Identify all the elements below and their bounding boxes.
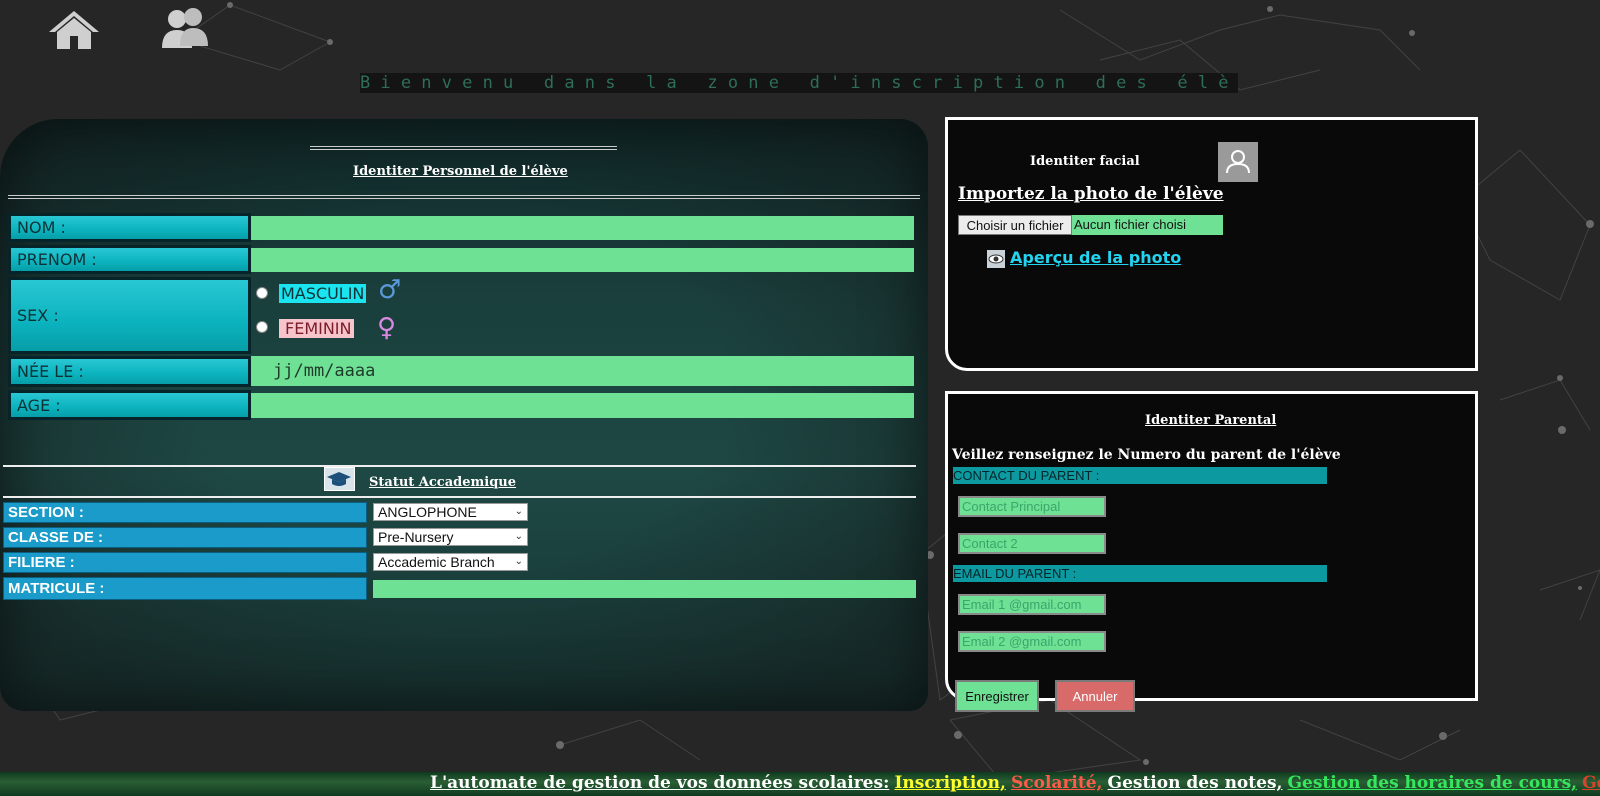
personal-divider (8, 195, 920, 199)
classe-select-value: Pre-Nursery (378, 529, 454, 545)
academic-status-title: Statut Accademique (369, 475, 517, 490)
ticker-horaires: Gestion des horaires de cours, (1287, 773, 1578, 793)
chevron-down-icon: ⌄ (514, 556, 523, 567)
section-label: SECTION : (3, 502, 367, 523)
matricule-input[interactable] (373, 580, 916, 598)
ticker-gestion: Gestion (1582, 773, 1600, 793)
filiere-select[interactable]: Accademic Branch ⌄ (373, 553, 528, 571)
import-photo-title: Importez la photo de l'élève (958, 184, 1224, 204)
facial-identity-title: Identiter facial (1030, 154, 1140, 169)
prenom-input[interactable] (251, 248, 914, 272)
birthdate-input[interactable]: jj/mm/aaaa (251, 356, 914, 386)
parent-instruction: Veillez renseignez le Numero du parent d… (952, 447, 1341, 463)
home-icon (49, 11, 99, 49)
nom-label: NOM : (8, 213, 251, 242)
parental-identity-panel: Identiter Parental Veillez renseignez le… (945, 391, 1478, 701)
welcome-banner: Bienvenu dans la zone d'inscription des … (360, 73, 1238, 93)
ticker-intro: L'automate de gestion de vos données sco… (430, 773, 890, 793)
classe-label: CLASSE DE : (3, 527, 367, 548)
masculin-label: MASCULIN (279, 284, 367, 303)
section-select-value: ANGLOPHONE (378, 504, 477, 520)
no-file-label: Aucun fichier choisi (1072, 215, 1223, 235)
personal-identity-title: Identiter Personnel de l'élève (353, 164, 568, 179)
feminin-label: FEMININ (279, 319, 354, 338)
graduation-icon (324, 467, 355, 491)
male-symbol-icon: ♂ (378, 275, 402, 305)
age-label: AGE : (8, 390, 251, 420)
filiere-select-value: Accademic Branch (378, 554, 495, 570)
contact-2-input[interactable]: Contact 2 (958, 533, 1106, 554)
facial-identity-panel: Identiter facial Importez la photo de l'… (945, 117, 1478, 371)
ticker-inscription: Inscription, (894, 773, 1006, 793)
avatar (1218, 142, 1258, 182)
feminin-radio[interactable] (256, 321, 268, 333)
ticker-notes: Gestion des notes, (1107, 773, 1283, 793)
photo-preview-link[interactable]: Aperçu de la photo (1010, 248, 1181, 267)
email-2-input[interactable]: Email 2 @gmail.com (958, 631, 1106, 652)
parent-email-label: EMAIL DU PARENT : (953, 565, 1327, 582)
save-button[interactable]: Enregistrer (955, 680, 1039, 712)
title-divider-top (310, 146, 617, 150)
users-button[interactable] (160, 6, 210, 50)
birthdate-label: NÉE LE : (8, 356, 251, 387)
contact-principal-input[interactable]: Contact Principal (958, 496, 1106, 517)
users-icon (162, 8, 208, 48)
academic-divider-bottom (3, 496, 916, 498)
academic-divider-top (3, 465, 916, 467)
classe-select[interactable]: Pre-Nursery ⌄ (373, 528, 528, 546)
filiere-label: FILIERE : (3, 552, 367, 573)
chevron-down-icon: ⌄ (514, 506, 523, 517)
parent-contact-label: CONTACT DU PARENT : (953, 467, 1327, 484)
user-avatar-icon (1226, 150, 1250, 174)
masculin-radio[interactable] (256, 287, 268, 299)
choose-file-button[interactable]: Choisir un fichier (958, 215, 1072, 235)
prenom-label: PRENOM : (8, 245, 251, 274)
nom-input[interactable] (251, 216, 914, 240)
section-select[interactable]: ANGLOPHONE ⌄ (373, 503, 528, 521)
cancel-button[interactable]: Annuler (1055, 680, 1135, 712)
home-button[interactable] (46, 8, 102, 50)
email-1-input[interactable]: Email 1 @gmail.com (958, 594, 1106, 615)
eye-icon (987, 250, 1005, 268)
student-form-panel: Identiter Personnel de l'élève NOM : PRE… (0, 119, 928, 711)
female-symbol-icon: ♀ (377, 313, 397, 343)
marquee-ticker: L'automate de gestion de vos données sco… (0, 772, 1600, 796)
chevron-down-icon: ⌄ (514, 531, 523, 542)
sex-label: SEX : (8, 277, 251, 354)
ticker-scolarite: Scolarité, (1011, 773, 1103, 793)
age-input[interactable] (251, 393, 914, 418)
matricule-label: MATRICULE : (3, 577, 367, 600)
parental-identity-title: Identiter Parental (1145, 413, 1277, 428)
